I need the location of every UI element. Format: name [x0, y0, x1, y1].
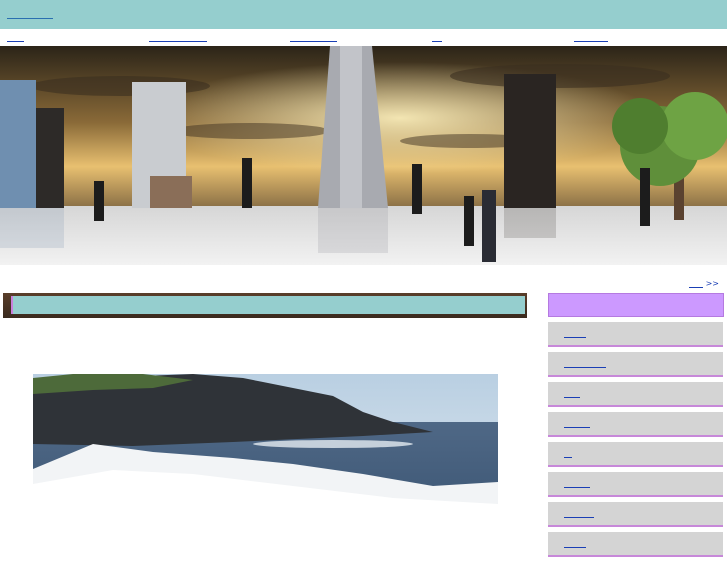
top-nav: [0, 31, 727, 45]
city-skyline-image: [0, 46, 727, 265]
top-bar: [0, 0, 727, 29]
main-title-bar: [3, 293, 527, 318]
sidebar-item[interactable]: [548, 502, 723, 527]
nav-item-5[interactable]: [574, 31, 608, 42]
main-title: [11, 296, 525, 314]
sidebar-item-link-5[interactable]: [564, 451, 572, 458]
sidebar-item[interactable]: [548, 472, 723, 497]
sidebar-item[interactable]: [548, 382, 723, 407]
coast-photo: [33, 374, 498, 531]
more-link[interactable]: >>: [689, 279, 719, 288]
sidebar-item-link-7[interactable]: [564, 511, 594, 518]
hero-banner: [0, 46, 727, 265]
sidebar-heading: [548, 293, 724, 317]
top-link[interactable]: [7, 6, 53, 19]
sidebar-item[interactable]: [548, 412, 723, 437]
sidebar-item-link-3[interactable]: [564, 391, 580, 398]
more-arrows: >>: [705, 279, 719, 288]
sidebar-item[interactable]: [548, 352, 723, 377]
sidebar-item[interactable]: [548, 442, 723, 467]
sidebar-item[interactable]: [548, 322, 723, 347]
nav-item-1[interactable]: [7, 31, 24, 42]
sidebar-item-link-1[interactable]: [564, 331, 586, 338]
sidebar-item-link-2[interactable]: [564, 361, 606, 368]
nav-item-3[interactable]: [290, 31, 337, 42]
sidebar-menu: [548, 322, 723, 562]
nav-item-4[interactable]: [432, 31, 442, 42]
nav-item-2[interactable]: [149, 31, 207, 42]
sidebar-item-link-6[interactable]: [564, 481, 590, 488]
sidebar-item-link-4[interactable]: [564, 421, 590, 428]
more-link-label[interactable]: [689, 279, 704, 288]
coastline-image: [33, 374, 498, 531]
